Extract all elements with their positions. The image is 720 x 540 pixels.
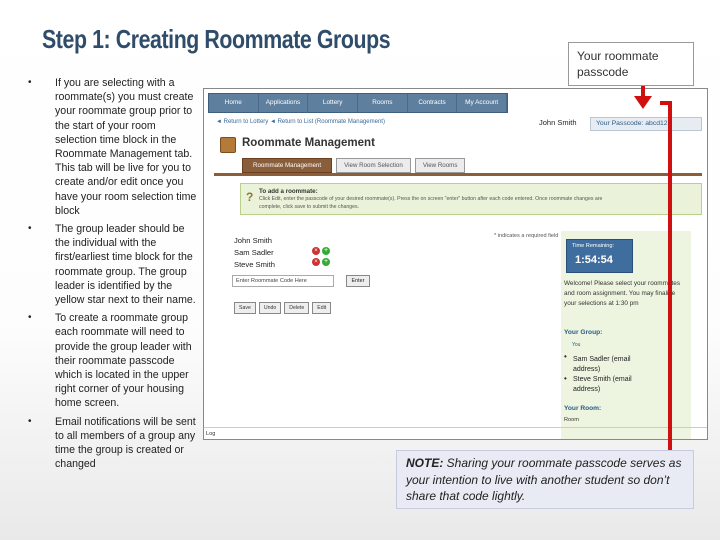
bullet-list: If you are selecting with a roommate(s) … bbox=[28, 76, 200, 475]
top-nav: Home Applications Lottery Rooms Contract… bbox=[208, 93, 508, 113]
divider bbox=[214, 173, 702, 176]
roommate-management-icon bbox=[220, 137, 236, 153]
remove-icon[interactable]: × bbox=[312, 258, 320, 266]
tab-view-rooms[interactable]: View Rooms bbox=[414, 158, 466, 173]
nav-tab-home[interactable]: Home bbox=[209, 94, 259, 112]
page-tabs: Roommate Management View Room Selection … bbox=[242, 158, 466, 173]
breadcrumb[interactable]: ◄ Return to Lottery ◄ Return to List (Ro… bbox=[216, 119, 385, 125]
nav-tab-my-account[interactable]: My Account bbox=[457, 94, 508, 112]
list-item: Sam Sadler bbox=[234, 248, 274, 257]
group-members: Sam Sadler (email address) Steve Smith (… bbox=[573, 355, 643, 395]
housing-screenshot: Home Applications Lottery Rooms Contract… bbox=[203, 88, 708, 440]
save-button[interactable]: Save bbox=[234, 302, 256, 314]
add-icon[interactable]: + bbox=[322, 258, 330, 266]
room-label: Room bbox=[564, 417, 579, 423]
slide-title: Step 1: Creating Roommate Groups bbox=[42, 24, 391, 54]
enter-button[interactable]: Enter bbox=[346, 275, 370, 287]
your-group-heading: Your Group: bbox=[564, 329, 603, 336]
nav-tab-applications[interactable]: Applications bbox=[259, 94, 309, 112]
passcode-callout: Your roommate passcode bbox=[568, 42, 694, 86]
nav-tab-rooms[interactable]: Rooms bbox=[358, 94, 408, 112]
bullet-item: To create a roommate group each roommate… bbox=[28, 311, 200, 410]
your-room-heading: Your Room: bbox=[564, 405, 602, 412]
group-you-label: You bbox=[572, 342, 581, 348]
divider bbox=[204, 427, 707, 428]
passcode-badge: Your Passcode: abcd123 bbox=[590, 117, 702, 131]
time-value: 1:54:54 bbox=[575, 254, 613, 266]
group-name-list: John Smith Sam Sadler Steve Smith bbox=[234, 235, 275, 271]
action-buttons: Save Undo Delete Edit bbox=[234, 302, 332, 314]
note-text: Sharing your roommate passcode serves as… bbox=[406, 456, 682, 503]
list-item: Sam Sadler (email address) bbox=[573, 356, 631, 373]
tab-view-room-selection[interactable]: View Room Selection bbox=[336, 158, 411, 173]
bullet-item: The group leader should be the individua… bbox=[28, 222, 200, 307]
arrow-head-icon bbox=[634, 96, 652, 109]
undo-button[interactable]: Undo bbox=[258, 302, 282, 314]
add-icon[interactable]: + bbox=[322, 247, 330, 255]
info-text: Click Edit, enter the passcode of your d… bbox=[259, 196, 603, 202]
note-callout: NOTE: Sharing your roommate passcode ser… bbox=[396, 450, 694, 509]
time-label: Time Remaining: bbox=[572, 243, 615, 249]
bullet-item: If you are selecting with a roommate(s) … bbox=[28, 76, 200, 218]
info-title: To add a roommate: bbox=[259, 188, 318, 195]
user-name: John Smith bbox=[539, 118, 577, 127]
list-item: Steve Smith bbox=[234, 260, 275, 269]
note-label: NOTE: bbox=[406, 456, 444, 470]
bullet-icon: • bbox=[564, 374, 567, 383]
page-title: Roommate Management bbox=[242, 137, 375, 149]
required-note: * indicates a required field bbox=[494, 233, 559, 239]
arrow-line bbox=[660, 101, 672, 105]
arrow-line bbox=[668, 101, 672, 451]
tab-roommate-management[interactable]: Roommate Management bbox=[242, 158, 333, 173]
bullet-item: Email notifications will be sent to all … bbox=[28, 415, 200, 472]
question-icon: ? bbox=[246, 190, 254, 204]
roommate-code-input[interactable]: Enter Roommate Code Here bbox=[232, 275, 334, 287]
time-remaining-box: Time Remaining: 1:54:54 bbox=[566, 239, 633, 273]
info-box: ? To add a roommate: Click Edit, enter t… bbox=[240, 183, 702, 215]
list-item: Steve Smith (email address) bbox=[573, 376, 632, 393]
remove-icon[interactable]: × bbox=[312, 247, 320, 255]
edit-button[interactable]: Edit bbox=[312, 302, 332, 314]
info-text: complete, click save to submit the chang… bbox=[259, 204, 360, 210]
delete-button[interactable]: Delete bbox=[284, 302, 310, 314]
nav-tab-lottery[interactable]: Lottery bbox=[308, 94, 359, 112]
nav-tab-contracts[interactable]: Contracts bbox=[408, 94, 458, 112]
list-item: John Smith bbox=[234, 236, 272, 245]
bullet-icon: • bbox=[564, 352, 567, 361]
log-label: Log bbox=[206, 431, 216, 437]
